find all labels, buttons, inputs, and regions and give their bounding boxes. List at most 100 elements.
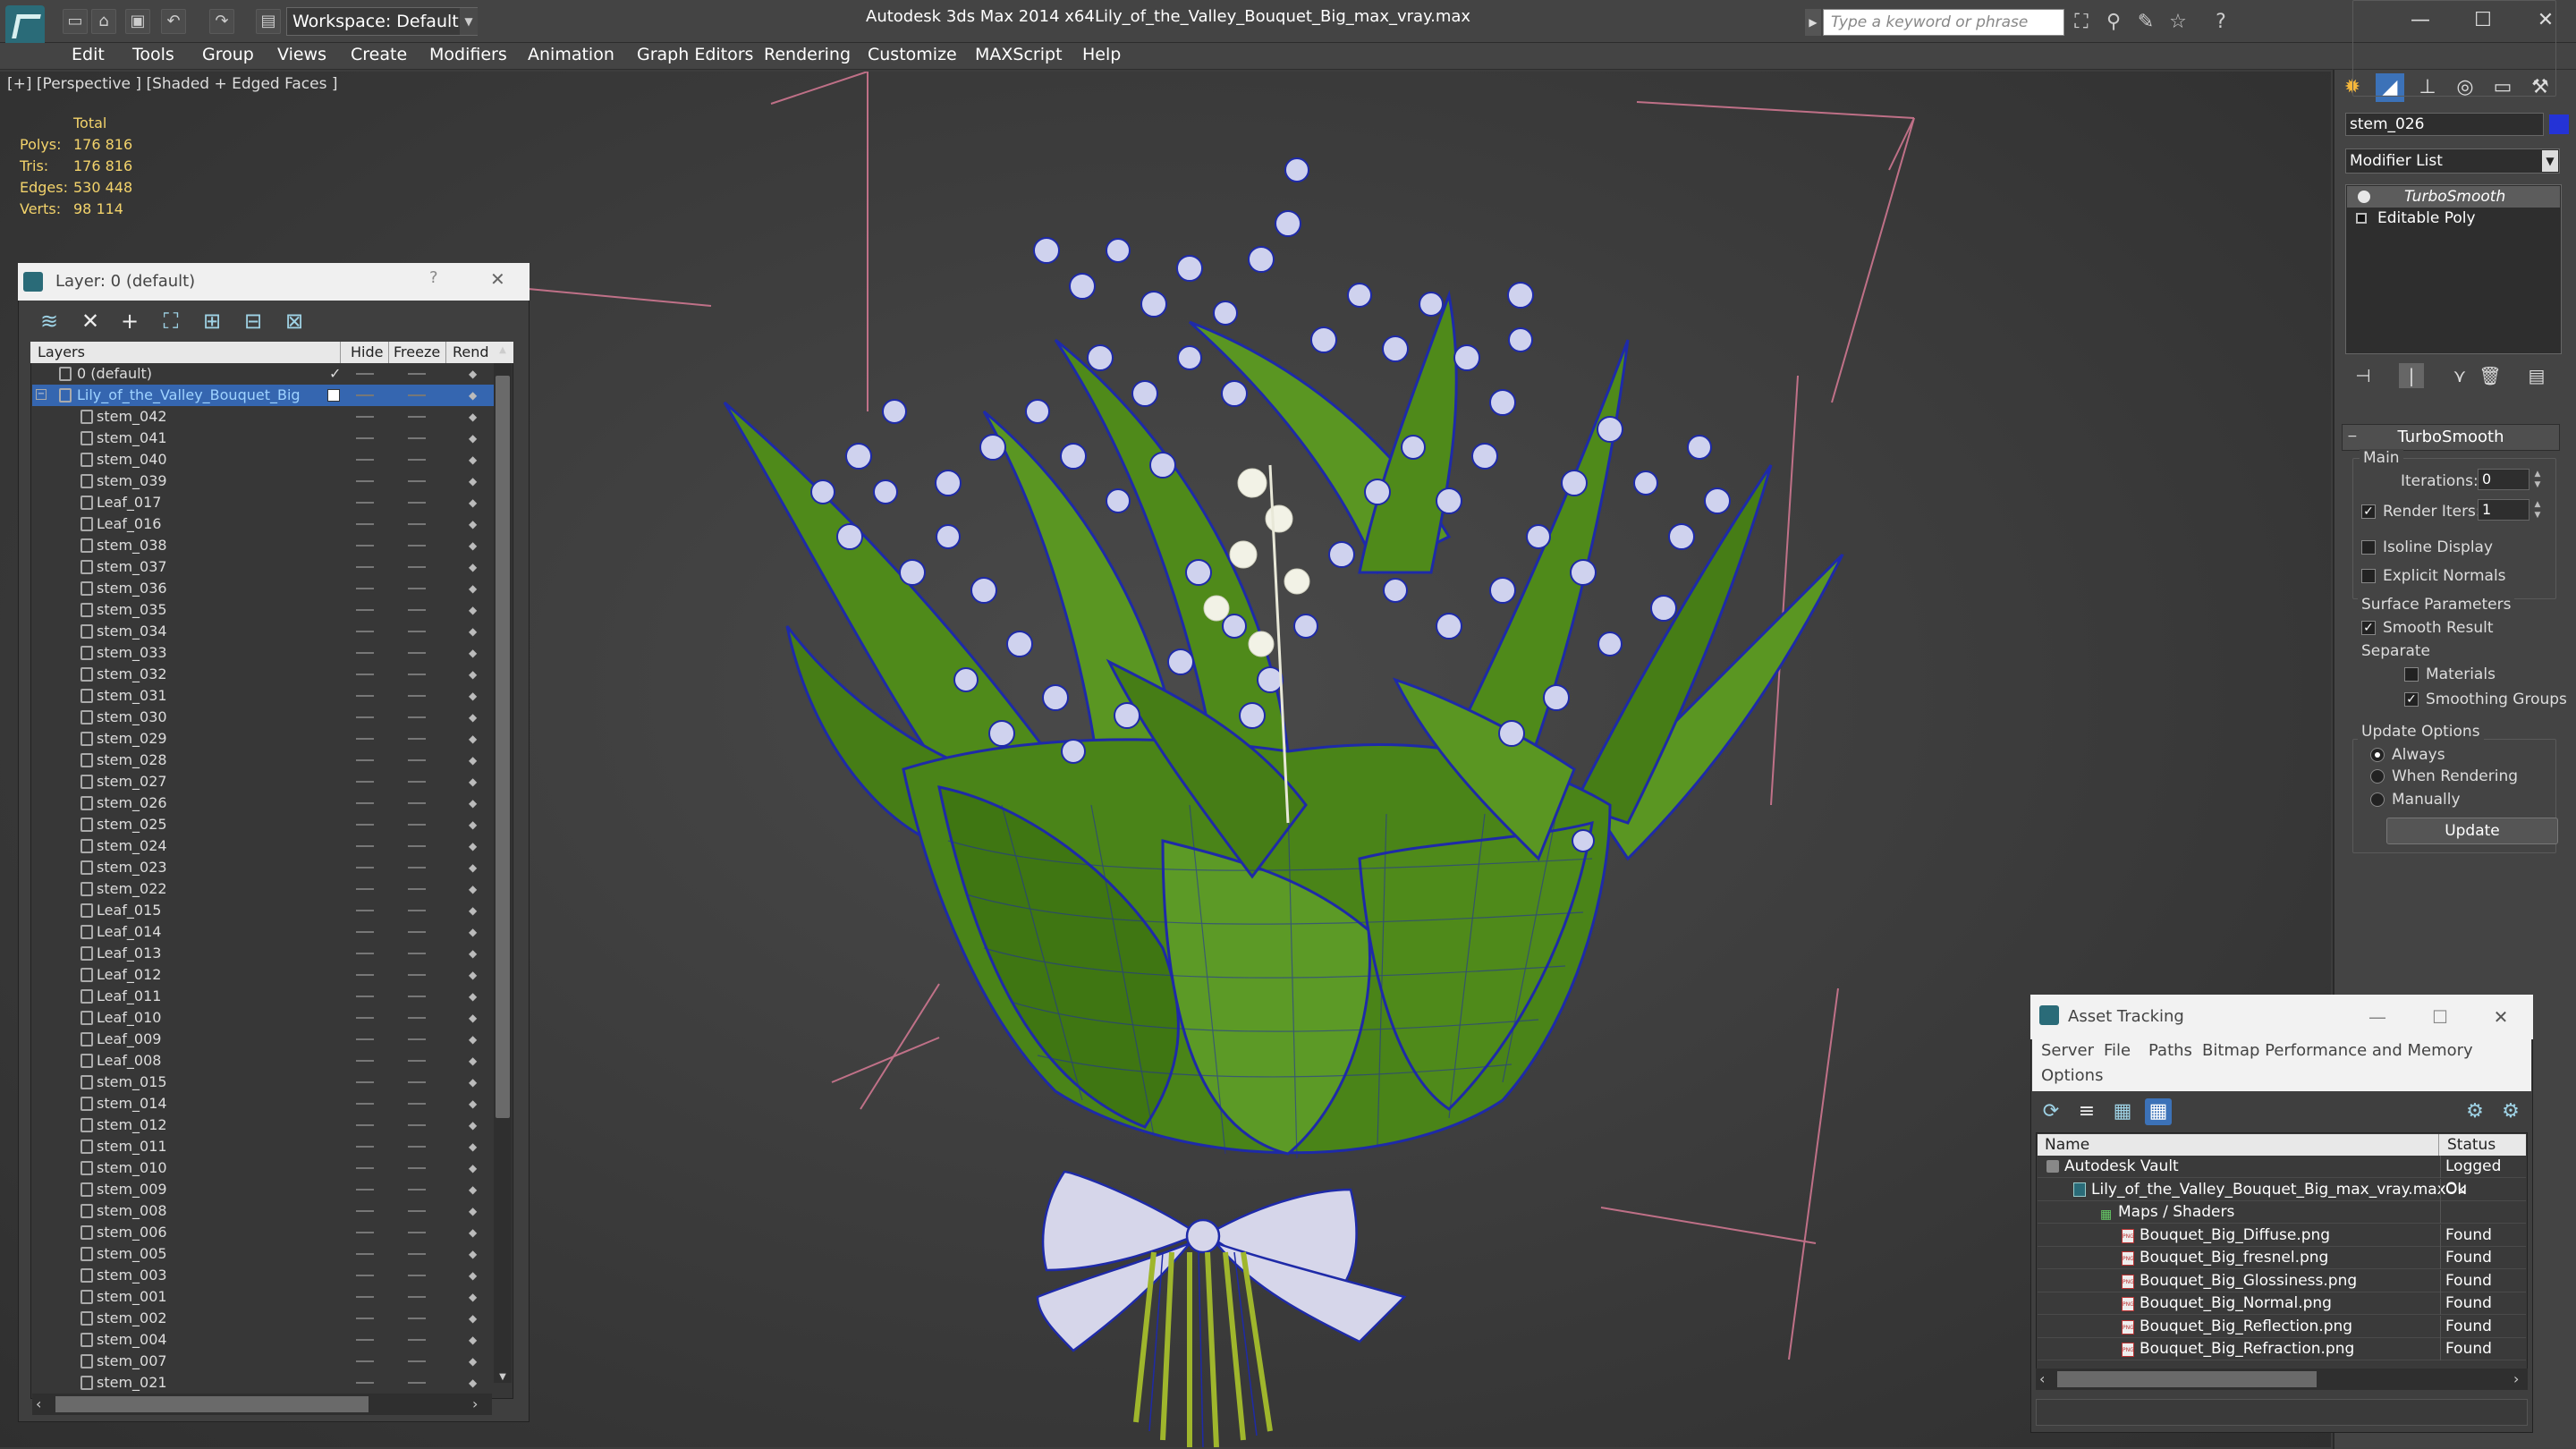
hide-toggle[interactable] [356,566,374,568]
menu-tools[interactable]: Tools [132,45,174,64]
render-toggle-icon[interactable]: ◆ [469,1097,481,1110]
layer-child-row[interactable]: stem_010 ◆ [32,1157,494,1179]
hide-toggle[interactable] [356,1081,374,1083]
configure-sets-icon[interactable]: ▤ [2524,363,2549,388]
asset-row[interactable]: PNG Bouquet_Big_Diffuse.png Found [2038,1224,2526,1247]
menu-create[interactable]: Create [351,45,407,64]
explicit-normals-checkbox[interactable] [2361,569,2376,583]
scroll-right-icon[interactable]: › [472,1395,478,1412]
render-toggle-icon[interactable]: ◆ [469,754,481,767]
hide-toggle[interactable] [356,1339,374,1341]
hide-toggle[interactable] [356,1210,374,1212]
layer-child-row[interactable]: stem_038 ◆ [32,535,494,556]
hide-toggle[interactable] [356,1103,374,1105]
menu-group[interactable]: Group [202,45,254,64]
hide-toggle[interactable] [356,824,374,826]
hide-toggle[interactable] [356,888,374,890]
hide-toggle[interactable] [356,759,374,761]
hide-toggle[interactable] [356,631,374,632]
scroll-down-icon[interactable]: ▼ [496,1372,510,1388]
layer-child-row[interactable]: stem_035 ◆ [32,599,494,621]
communication-icon[interactable]: ✎ [2132,9,2159,36]
render-toggle-icon[interactable]: ◆ [469,990,481,1003]
freeze-all-icon[interactable]: ⊠ [281,308,308,335]
freeze-toggle[interactable] [408,931,426,933]
render-toggle-icon[interactable]: ◆ [469,389,481,402]
freeze-toggle[interactable] [408,1275,426,1276]
freeze-toggle[interactable] [408,781,426,783]
hide-toggle[interactable] [356,1038,374,1040]
highlight-layer-icon[interactable]: ⊞ [199,308,225,335]
render-toggle-icon[interactable]: ◆ [469,1226,481,1239]
asset-menu-server[interactable]: Server [2041,1041,2094,1060]
layer-child-row[interactable]: stem_039 ◆ [32,470,494,492]
hide-toggle[interactable] [356,1275,374,1276]
hide-toggle[interactable] [356,1167,374,1169]
hide-toggle[interactable] [356,1232,374,1233]
column-render[interactable]: Rend [453,343,489,360]
render-toggle-icon[interactable]: ◆ [469,690,481,702]
render-toggle-icon[interactable]: ◆ [469,1183,481,1196]
help-icon[interactable]: ? [429,268,438,287]
column-name[interactable]: Name [2045,1136,2089,1154]
asset-menu-bitmap[interactable]: Bitmap Performance and Memory [2202,1041,2473,1060]
layer-child-row[interactable]: Leaf_011 ◆ [32,986,494,1007]
render-toggle-icon[interactable]: ◆ [469,561,481,573]
asset-row[interactable]: PNG Bouquet_Big_Refraction.png Found [2038,1338,2526,1360]
object-name-field[interactable]: stem_026 [2345,113,2544,136]
chevron-down-icon[interactable]: ▼ [460,8,478,35]
freeze-toggle[interactable] [408,437,426,439]
render-toggle-icon[interactable]: ◆ [469,496,481,509]
layer-child-row[interactable]: Leaf_013 ◆ [32,943,494,964]
layer-child-row[interactable]: stem_042 ◆ [32,406,494,428]
freeze-toggle[interactable] [408,459,426,461]
column-status[interactable]: Status [2447,1136,2496,1154]
materials-checkbox[interactable] [2404,667,2419,682]
hide-toggle[interactable] [356,1296,374,1298]
hide-toggle[interactable] [356,781,374,783]
subscription-icon[interactable]: ⚲ [2100,9,2127,36]
freeze-toggle[interactable] [408,631,426,632]
render-toggle-icon[interactable]: ◆ [469,1312,481,1325]
project-folder-icon[interactable]: ▤ [256,9,281,34]
freeze-toggle[interactable] [408,1103,426,1105]
render-toggle-icon[interactable]: ◆ [469,926,481,938]
layer-child-row[interactable]: stem_003 ◆ [32,1265,494,1286]
expand-icon[interactable] [2356,213,2367,224]
layer-child-row[interactable]: stem_009 ◆ [32,1179,494,1200]
layer-row-default[interactable]: 0 (default) ✓ ◆ [32,363,494,385]
asset-row[interactable]: Autodesk Vault Logged Ou [2038,1156,2526,1198]
hide-toggle[interactable] [356,1146,374,1148]
freeze-toggle[interactable] [408,523,426,525]
freeze-toggle[interactable] [408,545,426,547]
rollout-collapse-icon[interactable]: − [2347,429,2358,444]
hide-toggle[interactable] [356,1060,374,1062]
freeze-toggle[interactable] [408,566,426,568]
close-icon[interactable]: ✕ [490,268,505,290]
open-file-icon[interactable]: ⌂ [91,9,116,34]
freeze-toggle[interactable] [408,1124,426,1126]
layer-child-row[interactable]: stem_005 ◆ [32,1243,494,1265]
always-radio[interactable] [2370,748,2385,762]
hide-toggle[interactable] [356,416,374,418]
viewport-label[interactable]: [+] [Perspective ] [Shaded + Edged Faces… [7,75,337,93]
object-color-swatch[interactable] [2549,114,2569,134]
freeze-toggle[interactable] [408,867,426,869]
layer-child-row[interactable]: stem_028 ◆ [32,750,494,771]
scroll-left-icon[interactable]: ‹ [2039,1370,2045,1387]
render-toggle-icon[interactable]: ◆ [469,411,481,423]
layer-child-row[interactable]: stem_033 ◆ [32,642,494,664]
vault-settings-icon[interactable]: ⚙ [2497,1098,2524,1125]
layer-child-row[interactable]: stem_025 ◆ [32,814,494,835]
render-iters-checkbox[interactable]: ✓ [2361,504,2376,519]
freeze-toggle[interactable] [408,974,426,976]
add-to-layer-icon[interactable]: + [116,308,143,335]
manually-radio[interactable] [2370,792,2385,807]
when-rendering-radio[interactable] [2370,769,2385,784]
hide-toggle[interactable] [356,1253,374,1255]
hide-toggle[interactable] [356,716,374,718]
isoline-display-checkbox[interactable] [2361,540,2376,555]
render-toggle-icon[interactable]: ◆ [469,625,481,638]
hide-toggle[interactable] [356,1318,374,1319]
smooth-result-checkbox[interactable]: ✓ [2361,621,2376,635]
